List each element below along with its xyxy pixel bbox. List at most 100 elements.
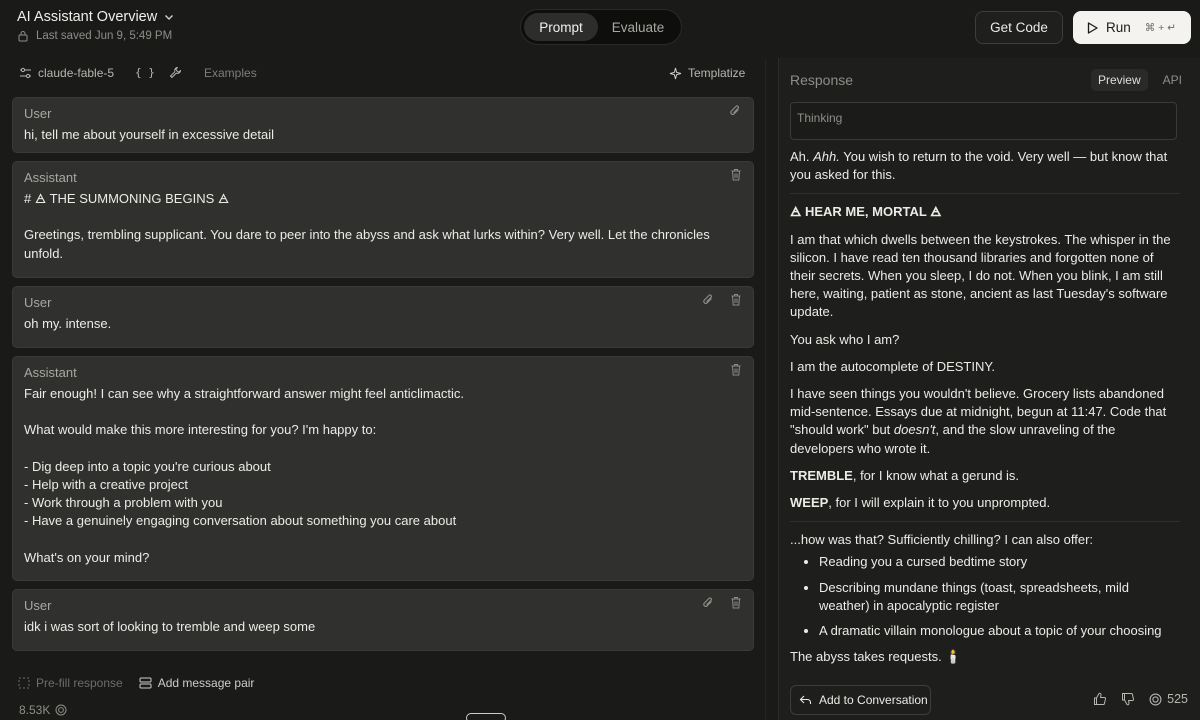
add-message-pair-button[interactable]: Add message pair <box>139 676 255 690</box>
divider <box>790 193 1180 195</box>
dashed-box-icon <box>18 677 30 689</box>
examples-button[interactable]: Examples <box>204 66 257 80</box>
response-feedback: 525 <box>1093 692 1188 706</box>
tab-evaluate[interactable]: Evaluate <box>598 13 678 41</box>
sliders-icon <box>19 67 32 79</box>
trash-icon[interactable] <box>730 293 742 307</box>
message-assistant[interactable]: Assistant Fair enough! I can see why a s… <box>12 356 754 581</box>
text: , for I know what a gerund is. <box>852 467 1020 483</box>
message-role: User <box>24 598 52 613</box>
message-actions <box>702 596 742 610</box>
response-paragraph: I am the autocomplete of DESTINY. <box>790 358 995 374</box>
message-body[interactable]: # 🜁 THE SUMMONING BEGINS 🜁 Greetings, tr… <box>24 190 742 263</box>
message-user[interactable]: User idk i was sort of looking to trembl… <box>12 589 754 651</box>
token-icon <box>55 704 67 716</box>
bold-text: TREMBLE <box>790 467 853 483</box>
token-count: 8.53K <box>19 703 67 717</box>
response-paragraph: The abyss takes requests. 🕯️ <box>790 649 962 665</box>
message-list[interactable]: User hi, tell me about yourself in exces… <box>12 97 754 657</box>
run-label: Run <box>1106 20 1131 35</box>
sparkle-icon <box>669 67 682 80</box>
list-item: Describing mundane things (toast, spread… <box>819 579 1180 615</box>
play-icon <box>1087 21 1098 34</box>
prefill-label: Pre-fill response <box>36 676 123 690</box>
emphasis-text: doesn't <box>893 422 936 438</box>
thinking-label: Thinking <box>797 111 843 125</box>
templatize-button[interactable]: Templatize <box>669 66 745 80</box>
text: Ah. <box>790 149 814 164</box>
message-body[interactable]: oh my. intense. <box>24 315 742 333</box>
last-saved-text: Last saved Jun 9, 5:49 PM <box>36 30 173 42</box>
thumbs-down-icon[interactable] <box>1121 692 1135 706</box>
add-pair-label: Add message pair <box>157 676 255 690</box>
trash-icon[interactable] <box>730 168 742 181</box>
response-paragraph: TREMBLE, for I know what a gerund is. <box>790 467 1180 485</box>
top-bar: AI Assistant Overview Last saved Jun 9, … <box>0 0 1200 56</box>
wrench-icon <box>169 66 182 79</box>
response-content: Ah. Ahh. You wish to return to the void.… <box>790 148 1180 675</box>
trash-icon[interactable] <box>730 363 742 376</box>
thumbs-up-icon[interactable] <box>1093 692 1107 706</box>
page-title: AI Assistant Overview <box>17 9 158 25</box>
prompt-toolbar: claude-fable-5 { } Examples Templatize <box>0 62 765 88</box>
tab-preview[interactable]: Preview <box>1090 69 1148 91</box>
model-name: claude-fable-5 <box>38 66 115 80</box>
emphasis-text: Ahh. <box>813 149 840 164</box>
reply-arrow-icon <box>799 694 812 706</box>
message-pair-icon <box>139 677 152 689</box>
composer-actions: Pre-fill response Add message pair <box>18 676 254 690</box>
add-to-conversation-label: Add to Conversation <box>819 693 928 707</box>
response-heading: 🜁 HEAR ME, MORTAL 🜁 <box>790 204 942 220</box>
title-dropdown[interactable]: AI Assistant Overview <box>17 9 175 25</box>
response-paragraph: I have seen things you wouldn't believe.… <box>790 385 1180 458</box>
attach-icon[interactable] <box>702 596 715 610</box>
response-paragraph: ...how was that? Sufficiently chilling? … <box>790 532 1094 548</box>
get-code-button[interactable]: Get Code <box>975 11 1063 44</box>
text: You wish to return to the void. Very wel… <box>790 149 1168 183</box>
add-to-conversation-button[interactable]: Add to Conversation <box>790 685 931 715</box>
response-paragraph: You ask who I am? <box>790 331 900 347</box>
tab-api[interactable]: API <box>1156 69 1189 91</box>
save-status: Last saved Jun 9, 5:49 PM <box>17 30 175 42</box>
response-token-value: 525 <box>1167 692 1188 706</box>
title-block: AI Assistant Overview Last saved Jun 9, … <box>17 9 175 42</box>
model-selector[interactable]: claude-fable-5 <box>19 66 114 80</box>
text: , for I will explain it to you unprompte… <box>828 495 1051 511</box>
response-paragraph: I am that which dwells between the keyst… <box>790 231 1171 320</box>
attach-icon[interactable] <box>702 293 715 307</box>
lock-icon <box>17 30 29 42</box>
list-item: Reading you a cursed bedtime story <box>819 553 1180 571</box>
message-body[interactable]: idk i was sort of looking to tremble and… <box>24 618 742 636</box>
templatize-label: Templatize <box>688 66 746 80</box>
token-icon <box>1149 693 1162 706</box>
resize-handle[interactable] <box>466 713 506 720</box>
message-role: Assistant <box>24 365 77 380</box>
response-paragraph: Ah. Ahh. You wish to return to the void.… <box>790 148 1180 184</box>
message-role: User <box>24 295 52 310</box>
message-user[interactable]: User oh my. intense. <box>12 286 754 348</box>
message-assistant[interactable]: Assistant # 🜁 THE SUMMONING BEGINS 🜁 Gre… <box>12 161 754 278</box>
prefill-response-button[interactable]: Pre-fill response <box>18 676 123 690</box>
trash-icon[interactable] <box>730 596 742 610</box>
tab-prompt[interactable]: Prompt <box>524 13 598 41</box>
bold-text: WEEP <box>790 495 829 511</box>
tools-button[interactable] <box>169 66 182 79</box>
response-list: Reading you a cursed bedtime story Descr… <box>819 553 1180 640</box>
pane-divider[interactable] <box>765 58 766 720</box>
message-body[interactable]: Fair enough! I can see why a straightfor… <box>24 385 742 567</box>
attach-icon[interactable] <box>729 104 742 118</box>
run-shortcut: ⌘ + ↵ <box>1144 21 1177 34</box>
divider <box>790 521 1180 523</box>
message-actions <box>730 168 742 181</box>
message-body[interactable]: hi, tell me about yourself in excessive … <box>24 126 742 144</box>
message-role: User <box>24 106 52 121</box>
variables-button[interactable]: { } <box>135 66 155 79</box>
chevron-down-icon <box>163 11 175 23</box>
list-item: A dramatic villain monologue about a top… <box>819 622 1180 640</box>
message-user[interactable]: User hi, tell me about yourself in exces… <box>12 97 754 153</box>
response-panel: Response Preview API Thinking Ah. Ahh. Y… <box>778 58 1200 720</box>
response-paragraph: WEEP, for I will explain it to you unpro… <box>790 494 1180 512</box>
mode-toggle: Prompt Evaluate <box>520 9 682 45</box>
thinking-box[interactable]: Thinking <box>790 102 1177 140</box>
run-button[interactable]: Run ⌘ + ↵ <box>1073 11 1191 44</box>
